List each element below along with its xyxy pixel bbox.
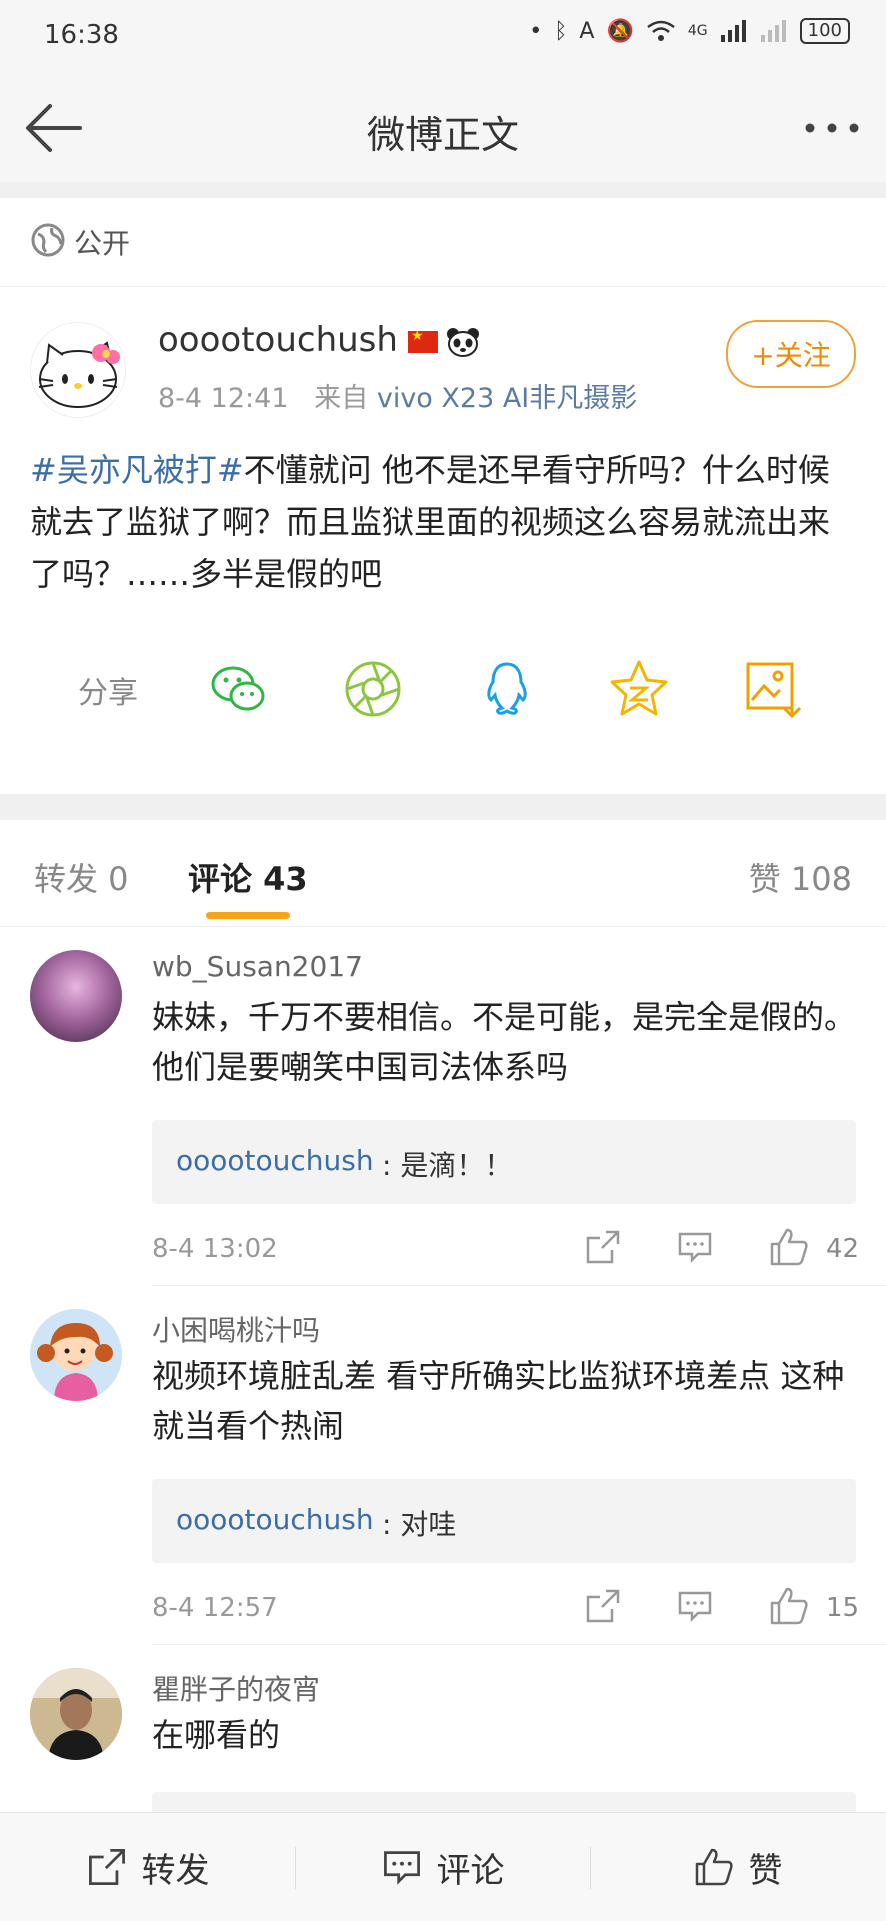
divider (152, 1644, 886, 1645)
network-label: 4G (687, 23, 708, 39)
like-icon[interactable] (768, 1585, 810, 1627)
reply-text: : 对哇 (382, 1508, 457, 1541)
post-text: #吴亦凡被打#不懂就问 他不是还早看守所吗？什么时候就去了监狱了啊？而且监狱里面… (30, 444, 856, 600)
forward-icon (88, 1849, 125, 1885)
mute-bell-icon: 🔕 (606, 18, 634, 44)
wifi-icon (647, 20, 675, 41)
nfc-icon: A (579, 18, 595, 44)
comment-time: 8-4 12:57 (152, 1593, 278, 1623)
qq-icon[interactable] (476, 658, 538, 720)
signal-no-sim-icon (760, 20, 786, 42)
follow-button[interactable]: +关注 (726, 320, 856, 388)
divider (152, 1285, 886, 1286)
visibility-row: 公开 (0, 198, 886, 287)
like-count: 42 (826, 1234, 860, 1264)
forward-button[interactable]: 转发 (0, 1813, 295, 1921)
comment-time: 8-4 13:02 (152, 1234, 278, 1264)
author-avatar[interactable] (30, 322, 126, 418)
person-photo-avatar-icon (30, 1668, 122, 1760)
wechat-icon[interactable] (208, 658, 270, 720)
post-meta: 8-4 12:41 来自 vivo X23 AI非凡摄影 (158, 376, 637, 415)
commenter-name[interactable]: wb_Susan2017 (152, 950, 363, 983)
reply-user[interactable]: ooootouchush (176, 1503, 374, 1536)
like-button[interactable]: 赞 (590, 1813, 885, 1921)
comment-text: 妹妹，千万不要相信。不是可能，是完全是假的。他们是要嘲笑中国司法体系吗 (152, 998, 857, 1086)
tab-comments[interactable]: 评论 43 (188, 854, 308, 900)
status-bar: 16:38 • ᛒ A 🔕 4G 100 (0, 0, 886, 74)
tab-forward[interactable]: 转发 0 (34, 854, 129, 900)
forward-icon[interactable] (584, 1228, 622, 1266)
author-name-text[interactable]: ooootouchush (158, 320, 398, 360)
comment-reply-box[interactable] (152, 1792, 856, 1812)
forward-icon[interactable] (584, 1587, 622, 1625)
share-label: 分享 (78, 676, 138, 711)
comment-icon (383, 1851, 420, 1885)
post-source[interactable]: vivo X23 AI非凡摄影 (377, 383, 637, 414)
visibility-label: 公开 (74, 227, 131, 260)
bluetooth-icon: ᛒ (554, 18, 568, 44)
comment-item: 瞿胖子的夜宵 在哪看的 (0, 1646, 886, 1812)
status-time: 16:38 (44, 20, 119, 50)
globe-icon (31, 223, 65, 257)
comment-text: 视频环境脏乱差 看守所确实比监狱环境差点 这种就当看个热闹 (152, 1357, 845, 1445)
hello-kitty-avatar-icon (31, 323, 125, 417)
panda-icon (446, 327, 479, 357)
commenter-avatar[interactable] (30, 1668, 122, 1760)
comment-button[interactable]: 评论 (295, 1813, 590, 1921)
reply-user[interactable]: ooootouchush (176, 1144, 374, 1177)
share-row: 分享 (0, 658, 886, 720)
china-flag-icon (407, 328, 438, 353)
comment-reply-box[interactable]: ooootouchush : 是滴！！ (152, 1120, 856, 1204)
active-tab-indicator (206, 912, 290, 919)
comment-item: wb_Susan2017 妹妹，千万不要相信。不是可能，是完全是假的。他们是要嘲… (0, 928, 886, 1286)
commenter-name[interactable]: 小困喝桃汁吗 (152, 1309, 320, 1349)
moments-icon[interactable] (342, 658, 404, 720)
comment-footer: 8-4 13:02 42 (152, 1226, 860, 1276)
author-name[interactable]: ooootouchush (158, 320, 480, 360)
dot-icon: • (529, 18, 543, 44)
cartoon-girl-avatar-icon (30, 1309, 122, 1401)
comment-footer: 8-4 12:57 15 (152, 1585, 860, 1635)
qzone-star-icon[interactable] (608, 658, 670, 720)
comment-reply-box[interactable]: ooootouchush : 对哇 (152, 1479, 856, 1563)
bottom-action-bar: 转发 评论 赞 (0, 1812, 886, 1921)
source-prefix: 来自 (314, 383, 369, 414)
nav-bar: 微博正文 (0, 74, 886, 183)
like-count: 15 (826, 1593, 860, 1623)
tab-bar: 转发 0 评论 43 赞 108 (0, 820, 886, 927)
comment-text: 在哪看的 (152, 1716, 281, 1754)
section-gap (0, 182, 886, 198)
like-icon[interactable] (768, 1226, 810, 1268)
comment-item: 小困喝桃汁吗 视频环境脏乱差 看守所确实比监狱环境差点 这种就当看个热闹 ooo… (0, 1287, 886, 1645)
commenter-avatar[interactable] (30, 1309, 122, 1401)
like-icon (695, 1848, 733, 1886)
post-time: 8-4 12:41 (158, 383, 289, 414)
tab-likes[interactable]: 赞 108 (749, 854, 852, 900)
post-card: ooootouchush 8-4 12:41 来自 vivo X23 AI非凡摄… (0, 288, 886, 794)
more-icon[interactable] (800, 104, 864, 152)
comment-icon[interactable] (676, 1587, 714, 1625)
reply-text: : 是滴！！ (382, 1149, 513, 1182)
signal-icon (720, 20, 746, 42)
section-gap (0, 794, 886, 820)
commenter-name[interactable]: 瞿胖子的夜宵 (152, 1668, 320, 1708)
comment-icon[interactable] (676, 1228, 714, 1266)
comment-label: 评论 (436, 1850, 505, 1891)
commenter-avatar[interactable] (30, 950, 122, 1042)
hashtag-link[interactable]: #吴亦凡被打# (30, 451, 244, 489)
like-label: 赞 (748, 1850, 783, 1891)
page-title: 微博正文 (366, 113, 519, 157)
save-image-icon[interactable] (742, 658, 804, 720)
forward-label: 转发 (141, 1850, 210, 1891)
battery-indicator: 100 (799, 18, 850, 44)
status-icons: • ᛒ A 🔕 4G 100 (529, 18, 850, 44)
